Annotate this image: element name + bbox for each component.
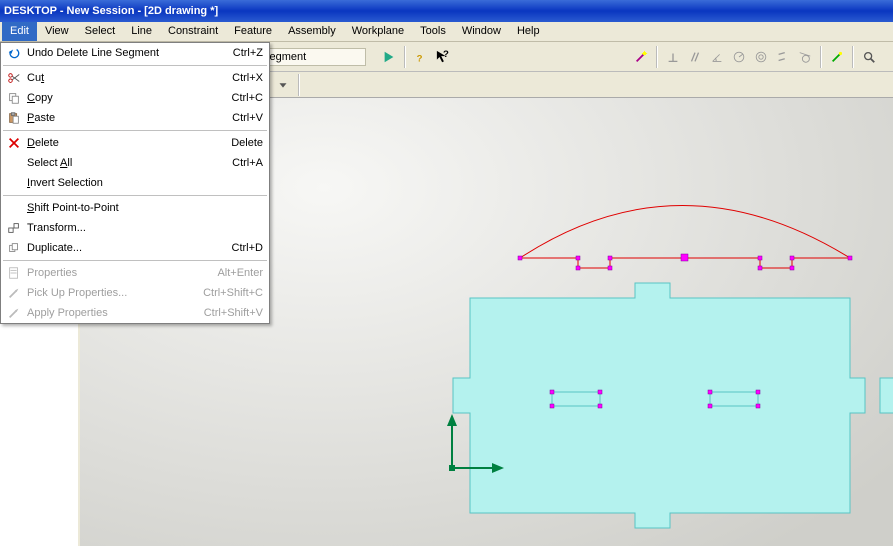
- menu-duplicate-shortcut: Ctrl+D: [232, 242, 263, 254]
- svg-text:?: ?: [417, 53, 423, 64]
- toolbar-separator: [298, 74, 300, 96]
- arc-curve: [520, 206, 850, 259]
- copy-icon: [5, 90, 23, 106]
- slot-right: [710, 392, 758, 406]
- concentric-button[interactable]: [750, 46, 772, 68]
- transform-icon: [5, 220, 23, 236]
- parallel-button[interactable]: [684, 46, 706, 68]
- toolbar-separator: [404, 46, 406, 68]
- toolbar-separator: [656, 46, 658, 68]
- menu-apply-shortcut: Ctrl+Shift+V: [204, 307, 263, 319]
- menu-tools[interactable]: Tools: [412, 22, 454, 41]
- menu-assembly[interactable]: Assembly: [280, 22, 344, 41]
- menu-select-all-label: Select All: [27, 157, 232, 169]
- menu-select[interactable]: Select: [77, 22, 124, 41]
- pickup-icon: [5, 285, 23, 301]
- menu-paste-label: Paste: [27, 112, 232, 124]
- menu-feature[interactable]: Feature: [226, 22, 280, 41]
- properties-icon: [5, 265, 23, 281]
- menu-undo[interactable]: Undo Delete Line Segment Ctrl+Z: [1, 43, 269, 63]
- menu-bar: Edit View Select Line Constraint Feature…: [0, 22, 893, 42]
- menu-shift-ptp[interactable]: Shift Point-to-Point: [1, 198, 269, 218]
- angle-button[interactable]: [706, 46, 728, 68]
- menu-transform-label: Transform...: [27, 222, 263, 234]
- menu-invert-selection[interactable]: Invert Selection: [1, 173, 269, 193]
- menu-pickup-label: Pick Up Properties...: [27, 287, 203, 299]
- tangent-button[interactable]: [794, 46, 816, 68]
- dropdown-small[interactable]: [272, 74, 294, 96]
- radius-button[interactable]: [728, 46, 750, 68]
- title-bar: DESKTOP - New Session - [2D drawing *]: [0, 0, 893, 22]
- menu-duplicate[interactable]: Duplicate... Ctrl+D: [1, 238, 269, 258]
- menu-copy-label: Copy: [27, 92, 232, 104]
- menu-help[interactable]: Help: [509, 22, 548, 41]
- delete-icon: [5, 135, 23, 151]
- perpendicular-button[interactable]: [662, 46, 684, 68]
- scissors-icon: [5, 70, 23, 86]
- main-shape: [453, 283, 865, 528]
- menu-pickup-shortcut: Ctrl+Shift+C: [203, 287, 263, 299]
- menu-duplicate-label: Duplicate...: [27, 242, 232, 254]
- duplicate-icon: [5, 240, 23, 256]
- menu-apply-props: Apply Properties Ctrl+Shift+V: [1, 303, 269, 323]
- menu-apply-label: Apply Properties: [27, 307, 204, 319]
- menu-workplane[interactable]: Workplane: [344, 22, 412, 41]
- menu-delete-shortcut: Delete: [231, 137, 263, 149]
- menu-properties-shortcut: Alt+Enter: [217, 267, 263, 279]
- context-help-button[interactable]: ?: [432, 46, 454, 68]
- zoom-button[interactable]: [858, 46, 880, 68]
- menu-cut-shortcut: Ctrl+X: [232, 72, 263, 84]
- menu-view[interactable]: View: [37, 22, 77, 41]
- toolbar-separator: [852, 46, 854, 68]
- menu-delete-label: Delete: [27, 137, 231, 149]
- paste-icon: [5, 110, 23, 126]
- menu-properties: Properties Alt+Enter: [1, 263, 269, 283]
- apply-icon: [5, 305, 23, 321]
- menu-copy[interactable]: Copy Ctrl+C: [1, 88, 269, 108]
- edit-dropdown: Undo Delete Line Segment Ctrl+Z Cut Ctrl…: [0, 42, 270, 324]
- menu-window[interactable]: Window: [454, 22, 509, 41]
- play-button[interactable]: [378, 46, 400, 68]
- slot-left: [552, 392, 600, 406]
- blank-icon: [5, 200, 23, 216]
- menu-delete[interactable]: Delete Delete: [1, 133, 269, 153]
- right-fragment: [880, 378, 893, 413]
- magic-wand-button[interactable]: [630, 46, 652, 68]
- undo-icon: [5, 45, 23, 61]
- menu-paste[interactable]: Paste Ctrl+V: [1, 108, 269, 128]
- menu-shift-label: Shift Point-to-Point: [27, 202, 263, 214]
- svg-text:?: ?: [443, 50, 449, 60]
- menu-constraint[interactable]: Constraint: [160, 22, 226, 41]
- menu-cut-label: Cut: [27, 72, 232, 84]
- toolbar-separator: [820, 46, 822, 68]
- equal-button[interactable]: [772, 46, 794, 68]
- menu-paste-shortcut: Ctrl+V: [232, 112, 263, 124]
- blank-icon: [5, 175, 23, 191]
- help-button[interactable]: ?: [410, 46, 432, 68]
- menu-undo-label: Undo Delete Line Segment: [27, 47, 233, 59]
- menu-cut[interactable]: Cut Ctrl+X: [1, 68, 269, 88]
- menu-invert-label: Invert Selection: [27, 177, 263, 189]
- menu-edit[interactable]: Edit: [2, 22, 37, 41]
- menu-properties-label: Properties: [27, 267, 217, 279]
- menu-select-all[interactable]: Select All Ctrl+A: [1, 153, 269, 173]
- menu-pickup-props: Pick Up Properties... Ctrl+Shift+C: [1, 283, 269, 303]
- blank-icon: [5, 155, 23, 171]
- title-text: DESKTOP - New Session - [2D drawing *]: [4, 5, 218, 17]
- menu-line[interactable]: Line: [123, 22, 160, 41]
- menu-undo-shortcut: Ctrl+Z: [233, 47, 263, 59]
- auto-constrain-button[interactable]: [826, 46, 848, 68]
- menu-select-all-shortcut: Ctrl+A: [232, 157, 263, 169]
- menu-transform[interactable]: Transform...: [1, 218, 269, 238]
- menu-copy-shortcut: Ctrl+C: [232, 92, 263, 104]
